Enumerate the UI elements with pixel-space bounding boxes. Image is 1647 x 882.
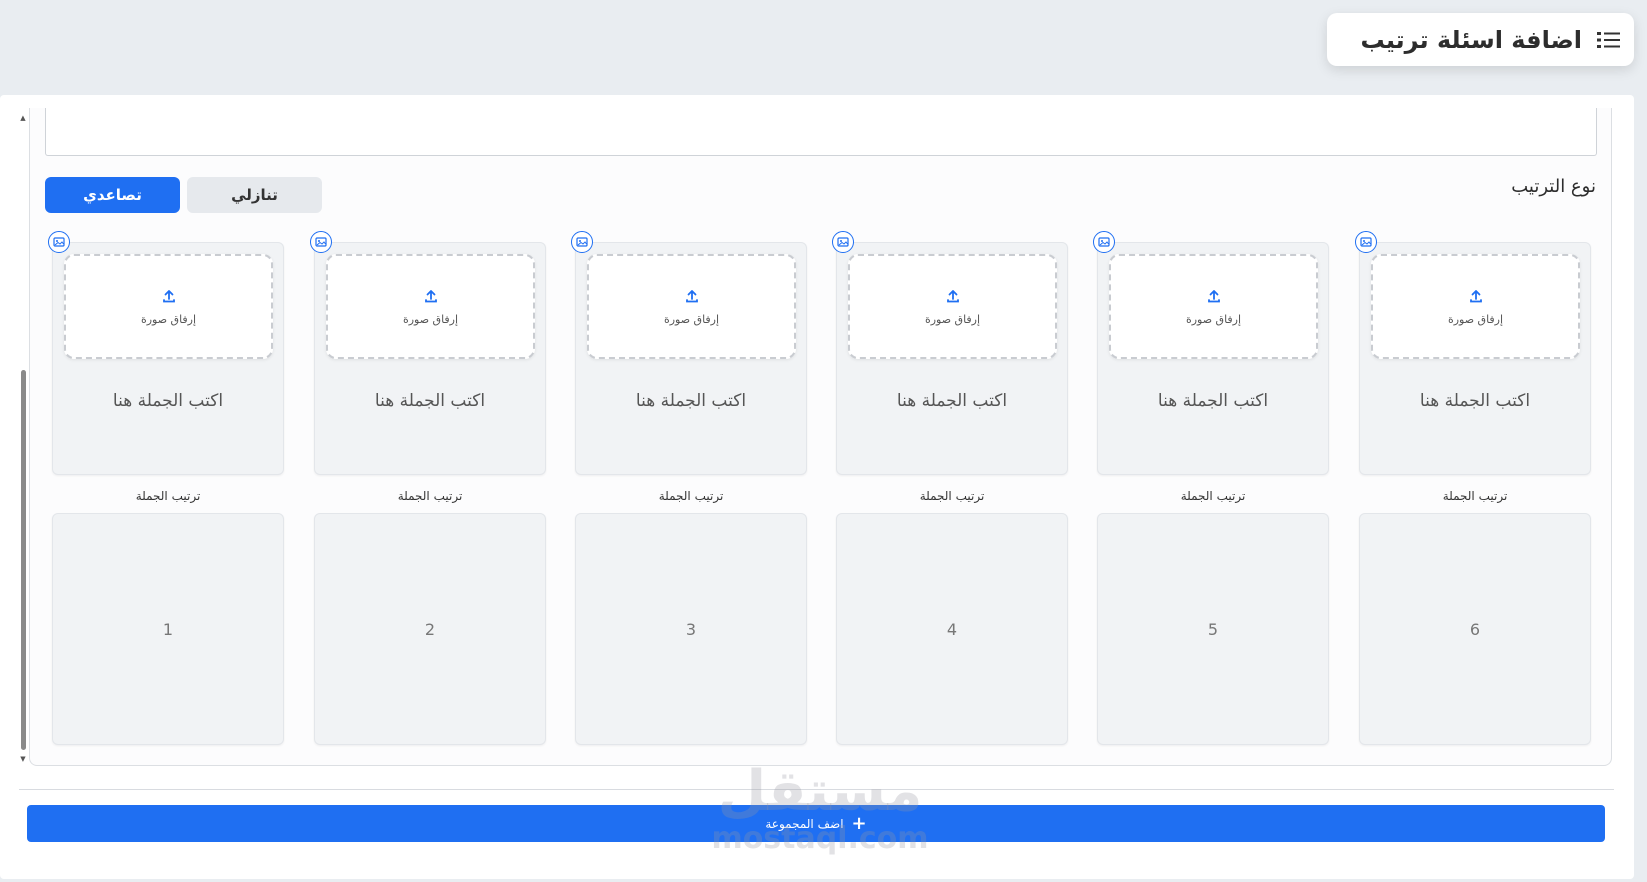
order-value-box[interactable]: 6 bbox=[1359, 513, 1591, 745]
add-group-label: اضف المجموعة bbox=[765, 816, 844, 831]
divider bbox=[19, 789, 1614, 790]
sentence-input[interactable]: اكتب الجملة هنا bbox=[576, 391, 806, 411]
scroll-up-arrow[interactable]: ▲ bbox=[19, 114, 27, 122]
sentence-input[interactable]: اكتب الجملة هنا bbox=[1360, 391, 1590, 411]
image-upload-area[interactable]: إرفاق صورة bbox=[326, 254, 535, 359]
sort-type-label: نوع الترتيب bbox=[1511, 176, 1596, 197]
upload-icon bbox=[161, 288, 177, 308]
image-icon[interactable] bbox=[832, 231, 854, 253]
upload-icon bbox=[423, 288, 439, 308]
upload-label: إرفاق صورة bbox=[140, 312, 197, 326]
image-upload-area[interactable]: إرفاق صورة bbox=[587, 254, 796, 359]
order-label: ترتيب الجملة bbox=[658, 489, 724, 503]
plus-icon: + bbox=[851, 812, 867, 834]
order-value-box[interactable]: 4 bbox=[836, 513, 1068, 745]
image-upload-area[interactable]: إرفاق صورة bbox=[848, 254, 1057, 359]
order-label: ترتيب الجملة bbox=[397, 489, 463, 503]
upload-label: إرفاق صورة bbox=[402, 312, 459, 326]
ascending-button[interactable]: تصاعدي bbox=[45, 177, 180, 213]
upload-icon bbox=[1206, 288, 1222, 308]
sentence-card: إرفاق صورة اكتب الجملة هنا bbox=[52, 242, 284, 475]
sentence-card: إرفاق صورة اكتب الجملة هنا bbox=[575, 242, 807, 475]
add-group-button[interactable]: اضف المجموعة + bbox=[27, 805, 1605, 842]
order-label: ترتيب الجملة bbox=[1180, 489, 1246, 503]
list-icon bbox=[1596, 29, 1622, 51]
sentence-card: إرفاق صورة اكتب الجملة هنا bbox=[1359, 242, 1591, 475]
upload-label: إرفاق صورة bbox=[1447, 312, 1504, 326]
order-label: ترتيب الجملة bbox=[1442, 489, 1508, 503]
upload-label: إرفاق صورة bbox=[924, 312, 981, 326]
sentence-card: إرفاق صورة اكتب الجملة هنا bbox=[836, 242, 1068, 475]
sentence-card: إرفاق صورة اكتب الجملة هنا bbox=[314, 242, 546, 475]
order-value-box[interactable]: 5 bbox=[1097, 513, 1329, 745]
upload-label: إرفاق صورة bbox=[663, 312, 720, 326]
descending-button[interactable]: تنازلي bbox=[187, 177, 322, 213]
image-icon[interactable] bbox=[1093, 231, 1115, 253]
order-value-box[interactable]: 2 bbox=[314, 513, 546, 745]
order-value-box[interactable]: 3 bbox=[575, 513, 807, 745]
upload-label: إرفاق صورة bbox=[1185, 312, 1242, 326]
scrollbar-thumb[interactable] bbox=[21, 370, 26, 750]
sentence-input[interactable]: اكتب الجملة هنا bbox=[53, 391, 283, 411]
sentence-card: إرفاق صورة اكتب الجملة هنا bbox=[1097, 242, 1329, 475]
image-icon[interactable] bbox=[310, 231, 332, 253]
image-icon[interactable] bbox=[1355, 231, 1377, 253]
page-title: اضافة اسئلة ترتيب bbox=[1360, 25, 1582, 54]
sentence-input[interactable]: اكتب الجملة هنا bbox=[837, 391, 1067, 411]
image-icon[interactable] bbox=[571, 231, 593, 253]
page-title-card: اضافة اسئلة ترتيب bbox=[1327, 13, 1634, 66]
question-textarea[interactable] bbox=[45, 108, 1597, 156]
image-upload-area[interactable]: إرفاق صورة bbox=[1371, 254, 1580, 359]
order-value-box[interactable]: 1 bbox=[52, 513, 284, 745]
order-label: ترتيب الجملة bbox=[135, 489, 201, 503]
upload-icon bbox=[945, 288, 961, 308]
upload-icon bbox=[1468, 288, 1484, 308]
scroll-down-arrow[interactable]: ▼ bbox=[19, 755, 27, 763]
image-upload-area[interactable]: إرفاق صورة bbox=[1109, 254, 1318, 359]
image-icon[interactable] bbox=[48, 231, 70, 253]
image-upload-area[interactable]: إرفاق صورة bbox=[64, 254, 273, 359]
sentence-input[interactable]: اكتب الجملة هنا bbox=[315, 391, 545, 411]
sentence-input[interactable]: اكتب الجملة هنا bbox=[1098, 391, 1328, 411]
upload-icon bbox=[684, 288, 700, 308]
order-label: ترتيب الجملة bbox=[919, 489, 985, 503]
